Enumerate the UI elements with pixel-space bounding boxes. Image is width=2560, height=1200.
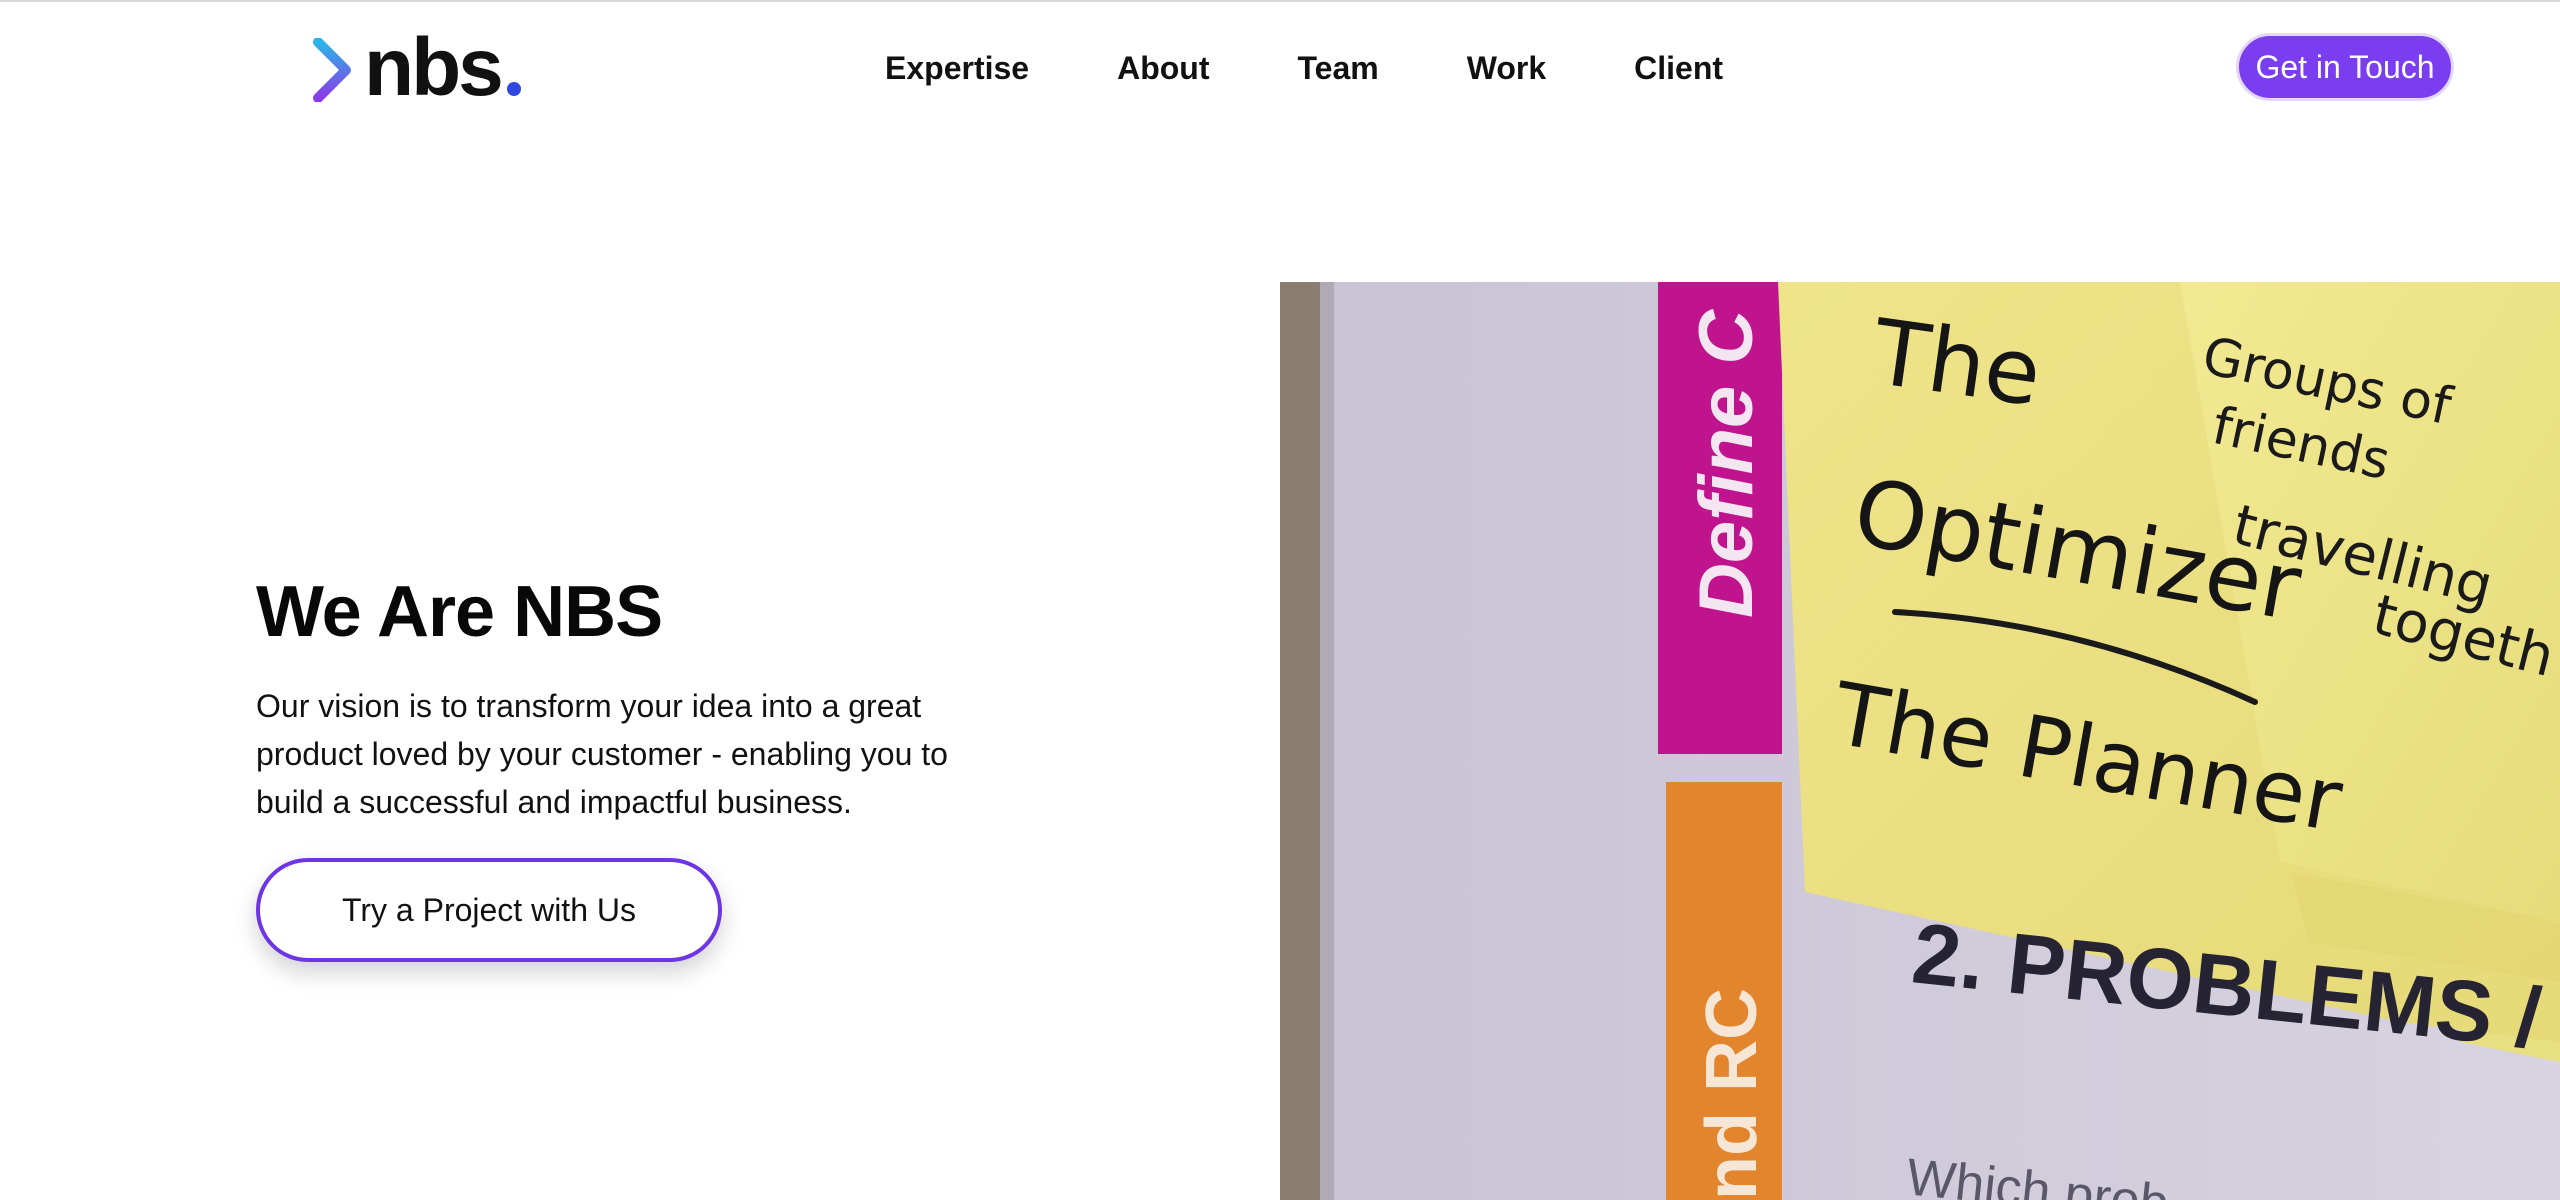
brand-dot (506, 82, 521, 96)
try-project-button[interactable]: Try a Project with Us (256, 858, 722, 962)
site-header: nbs Expertise About Team Work Client Get… (0, 2, 2560, 132)
get-in-touch-button[interactable]: Get in Touch (2236, 33, 2454, 101)
brand-name: nbs (364, 22, 504, 113)
frame-edge (1280, 282, 1320, 1200)
nav-item-expertise[interactable]: Expertise (885, 48, 1029, 88)
rc-label: nd RC (1692, 988, 1772, 1200)
nav-item-work[interactable]: Work (1467, 48, 1546, 88)
hero-title: We Are NBS (256, 572, 663, 652)
nav-item-team[interactable]: Team (1297, 48, 1378, 88)
nav-item-client[interactable]: Client (1634, 48, 1723, 88)
chevron-logo-icon (313, 38, 351, 102)
define-label: Define C (1684, 309, 1769, 618)
brand-logo[interactable]: nbs (312, 22, 521, 113)
main-nav: Expertise About Team Work Client (885, 48, 1723, 88)
nav-item-about[interactable]: About (1117, 48, 1209, 88)
hero-description: Our vision is to transform your idea int… (256, 688, 948, 820)
hero-image: Define C nd RC Groups of friends travell… (1280, 282, 2560, 1200)
